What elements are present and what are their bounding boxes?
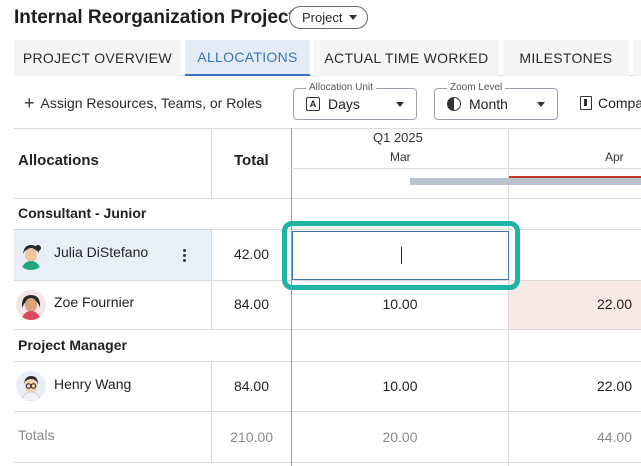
month-label-mar: Mar: [390, 150, 411, 164]
resource-name[interactable]: Zoe Fournier: [54, 294, 134, 310]
avatar-icon: [16, 371, 46, 401]
grid-line: [211, 128, 212, 198]
grid-line: [14, 198, 641, 199]
totals-total: 210.00: [230, 429, 273, 445]
toolbar: + Assign Resources, Teams, or Roles Allo…: [0, 82, 641, 126]
column-header-total: Total: [234, 152, 269, 169]
assign-resources-label: Assign Resources, Teams, or Roles: [40, 95, 263, 111]
grid-line: [14, 462, 641, 463]
assign-resources-button[interactable]: + Assign Resources, Teams, or Roles: [24, 93, 263, 113]
timeline-bar: [410, 178, 641, 185]
chevron-down-icon: [349, 15, 358, 20]
more-vertical-icon[interactable]: [183, 249, 187, 262]
compare-label: Compa: [598, 95, 641, 111]
tab-allocations[interactable]: ALLOCATIONS: [184, 40, 311, 76]
compare-button[interactable]: Compa: [580, 95, 641, 111]
avatar-icon: [16, 290, 46, 320]
row-total: 84.00: [233, 296, 269, 312]
allocation-unit-value: Days: [328, 96, 360, 112]
row-total: 42.00: [233, 246, 269, 262]
totals-label: Totals: [18, 427, 55, 443]
plus-icon: +: [24, 93, 35, 113]
zoom-level-select[interactable]: Zoom Level Month: [434, 82, 558, 120]
allocation-edit-input[interactable]: [292, 231, 509, 280]
tab-actual-time-worked[interactable]: ACTUAL TIME WORKED: [314, 40, 499, 76]
allocation-cell-mar[interactable]: 10.00: [292, 296, 508, 312]
project-chip-label: Project: [302, 10, 343, 25]
zoom-level-label: Zoom Level: [447, 82, 506, 93]
resource-name[interactable]: Henry Wang: [54, 376, 131, 392]
totals-apr: 44.00: [596, 429, 632, 445]
allocation-unit-label: Allocation Unit: [306, 82, 376, 93]
compare-icon: [580, 96, 592, 110]
tab-overflow[interactable]: [633, 40, 641, 76]
resource-name[interactable]: Julia DiStefano: [54, 244, 148, 260]
quarter-label: Q1 2025: [373, 130, 423, 145]
half-circle-icon: [447, 97, 461, 111]
tab-project-overview[interactable]: PROJECT OVERVIEW: [14, 40, 181, 76]
allocations-grid: Allocations Total Q1 2025 Mar Apr Consul…: [0, 128, 641, 466]
grid-line: [14, 361, 641, 362]
row-total: 84.00: [233, 378, 269, 394]
zoom-level-value: Month: [469, 96, 508, 112]
page-title: Internal Reorganization Project: [14, 7, 295, 28]
tab-milestones[interactable]: MILESTONES: [502, 40, 630, 76]
allocation-cell-mar[interactable]: 10.00: [292, 378, 508, 394]
month-label-apr: Apr: [605, 150, 624, 164]
title-row: Internal Reorganization Project Project: [0, 0, 641, 36]
project-type-chip[interactable]: Project: [289, 6, 369, 29]
allocation-cell-apr[interactable]: 22.00: [509, 378, 632, 394]
text-cursor: [401, 247, 402, 264]
totals-mar: 20.00: [382, 429, 418, 445]
letter-a-icon: A: [306, 97, 320, 111]
column-header-allocations: Allocations: [18, 152, 99, 169]
over-allocation-bar: [509, 176, 641, 178]
group-header-project-manager: Project Manager: [18, 337, 127, 353]
allocation-cell-apr[interactable]: 22.00: [509, 296, 632, 312]
tab-bar: PROJECT OVERVIEW ALLOCATIONS ACTUAL TIME…: [14, 40, 641, 76]
grid-line: [291, 168, 641, 169]
allocation-unit-select[interactable]: Allocation Unit A Days: [293, 82, 417, 120]
group-header-consultant-junior: Consultant - Junior: [18, 205, 147, 221]
grid-line: [14, 128, 641, 129]
chevron-down-icon: [537, 102, 545, 107]
avatar-icon: [16, 240, 46, 270]
grid-line: [14, 329, 641, 330]
grid-line: [14, 411, 641, 412]
chevron-down-icon: [396, 102, 404, 107]
